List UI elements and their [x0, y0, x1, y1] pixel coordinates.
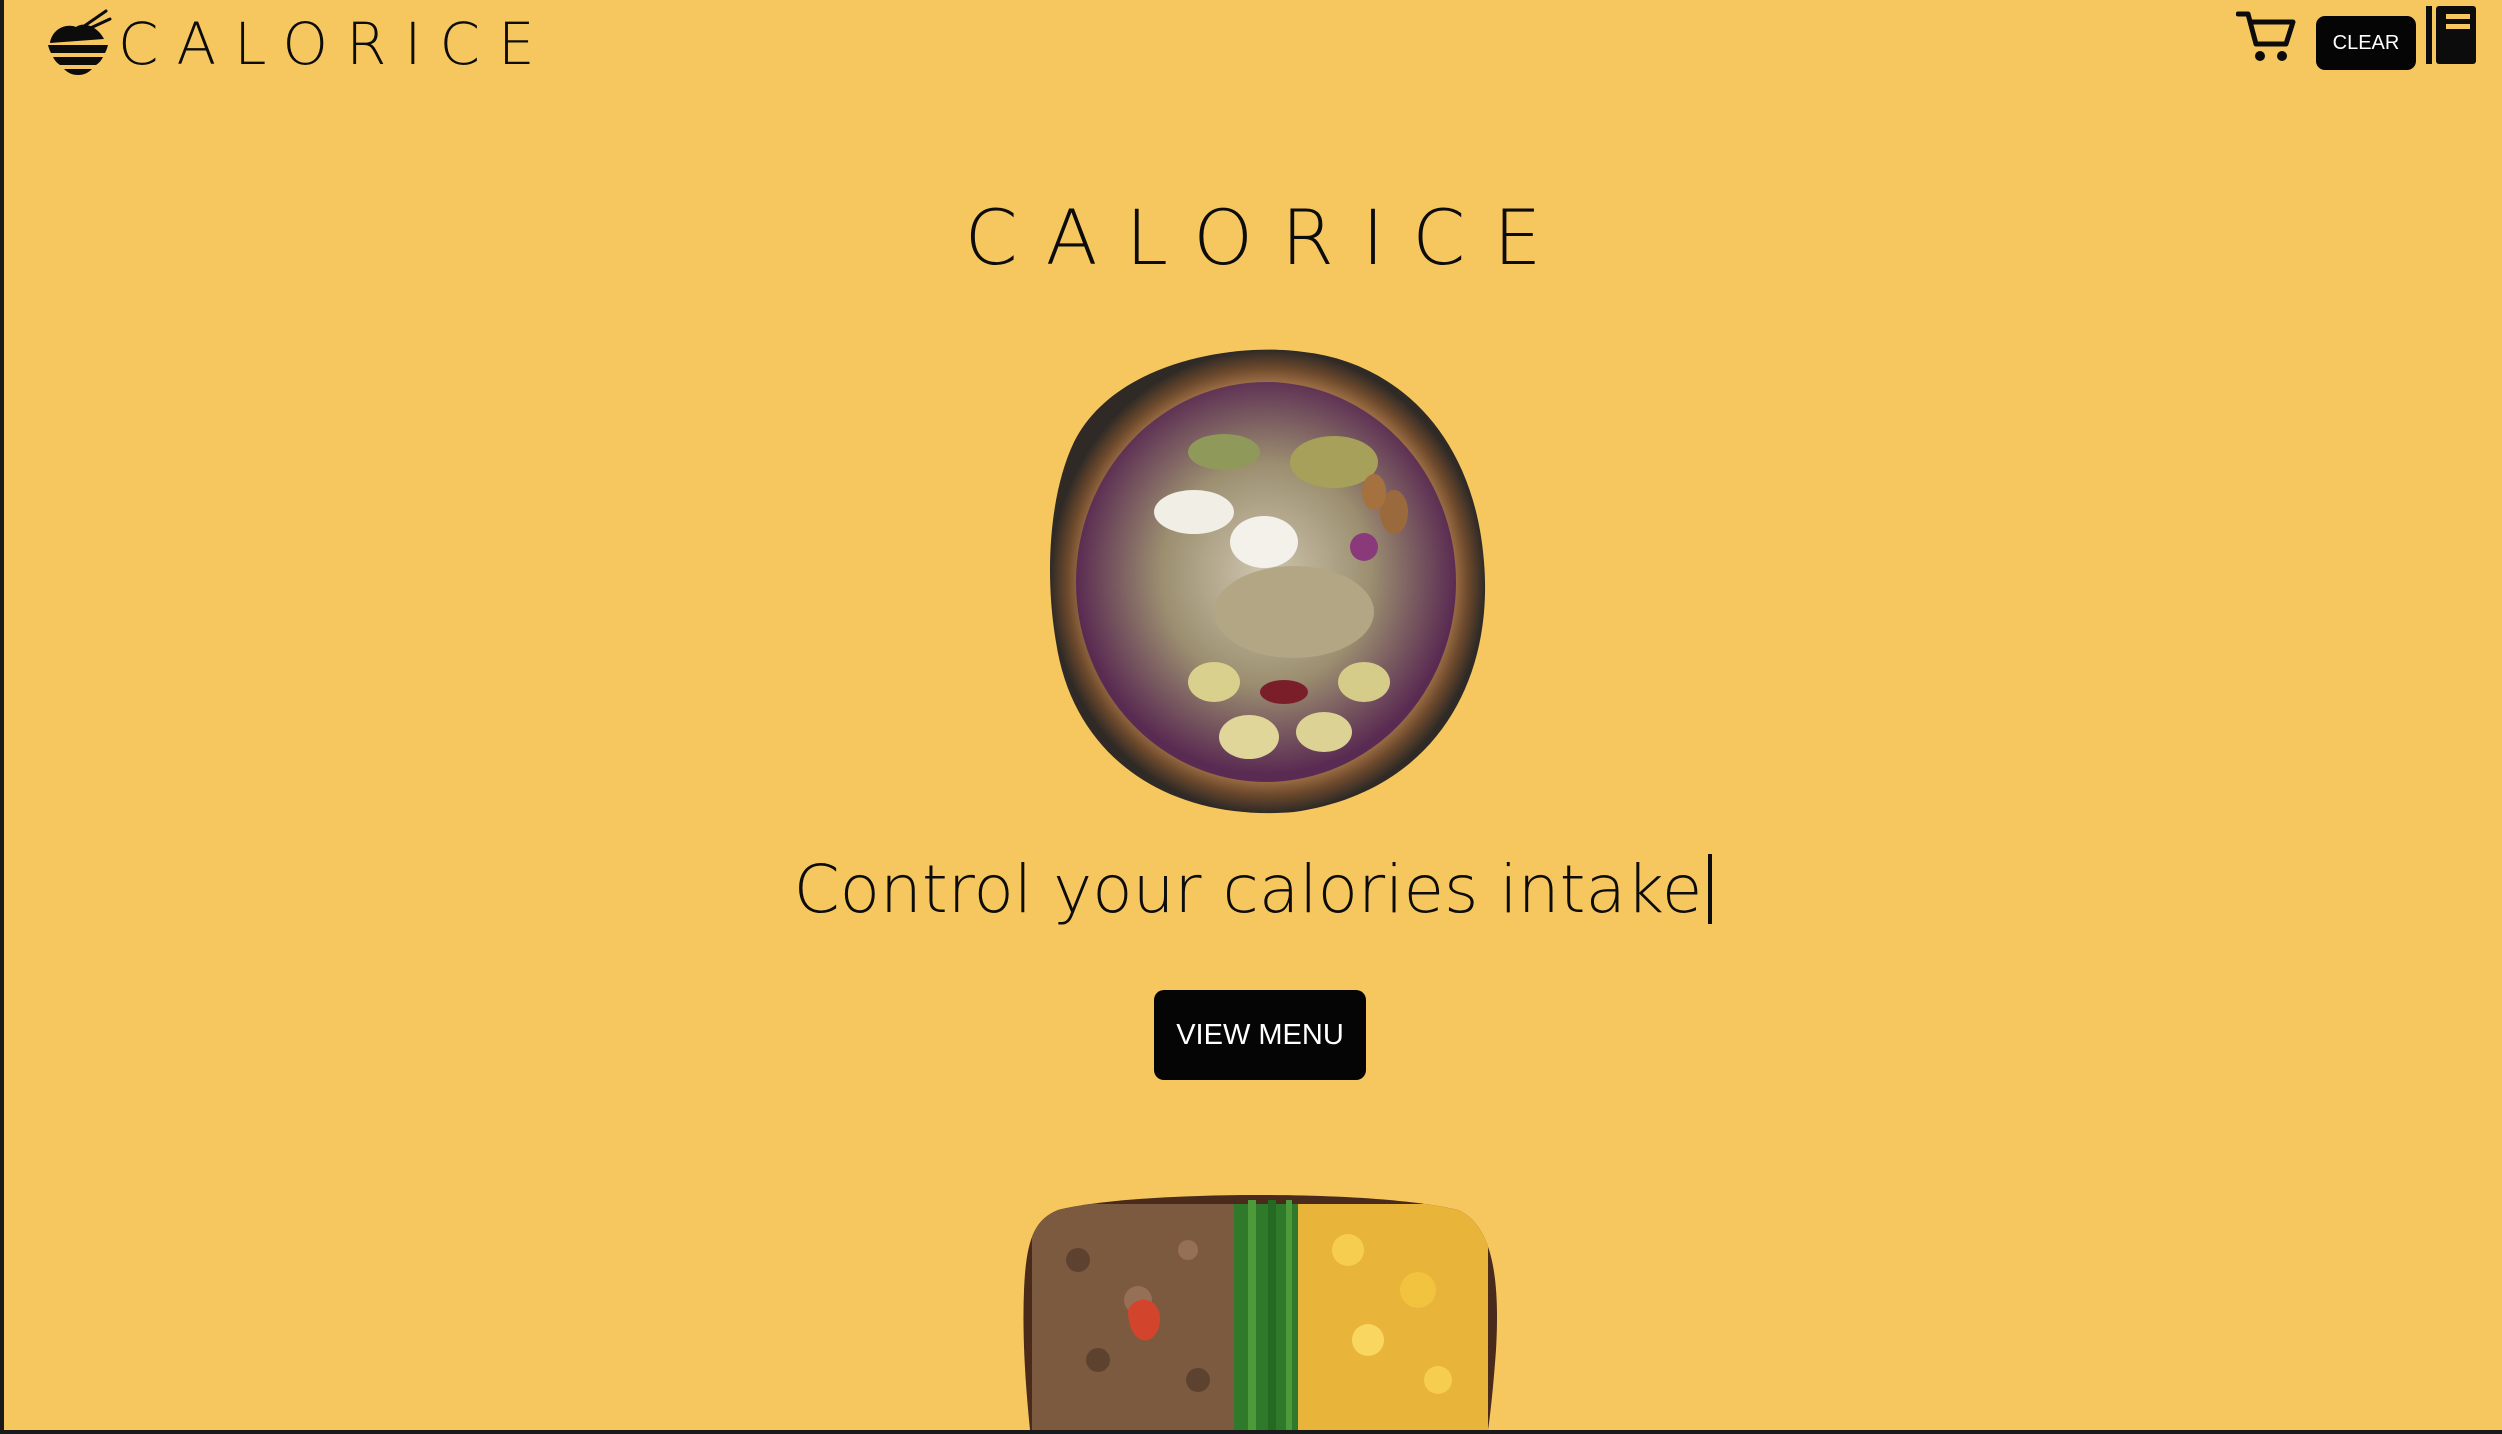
shopping-cart-icon[interactable]	[2236, 8, 2298, 64]
brand-home-link[interactable]: CALORICE	[44, 6, 553, 82]
clear-button[interactable]: CLEAR	[2316, 16, 2416, 70]
smoothie-bowl-image	[1050, 349, 1486, 814]
text-cursor	[1708, 854, 1713, 924]
page: CALORICE CLEAR CALORICE Control your cal…	[4, 0, 2502, 1430]
tagline: Control your calories intake	[4, 850, 2502, 929]
tagline-text: Control your calories intake	[793, 851, 1703, 928]
brand-name: CALORICE	[118, 10, 553, 78]
view-menu-button[interactable]: VIEW MENU	[1154, 990, 1366, 1080]
hero-title: CALORICE	[964, 193, 1570, 282]
book-icon[interactable]	[2424, 4, 2478, 66]
bento-box-image	[1023, 1195, 1498, 1430]
top-navbar: CALORICE CLEAR	[4, 0, 2502, 90]
rice-bowl-logo-icon	[48, 9, 112, 75]
